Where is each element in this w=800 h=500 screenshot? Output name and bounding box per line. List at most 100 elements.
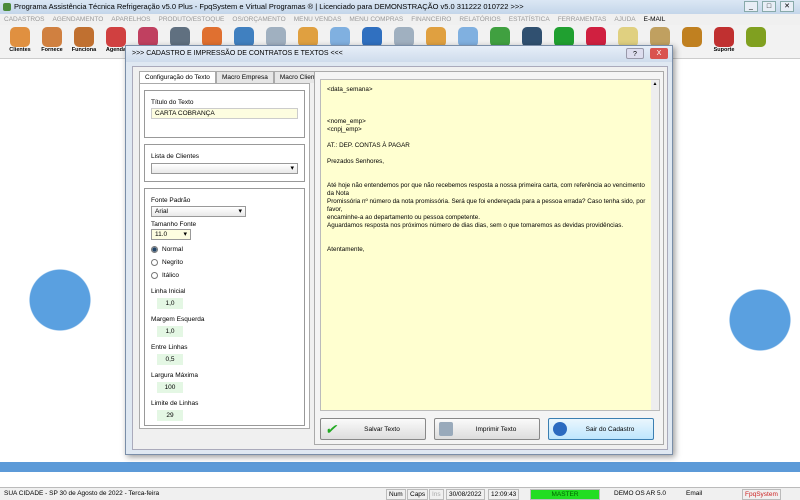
tab-macro-empresa[interactable]: Macro Empresa xyxy=(215,71,274,83)
save-button[interactable]: ✔ Salvar Texto xyxy=(320,418,426,440)
toolbar-icon xyxy=(394,27,414,47)
status-user: MASTER xyxy=(530,489,600,500)
limite-label: Limite de Linhas xyxy=(151,400,199,407)
radio-negrito[interactable]: Negrito xyxy=(151,259,298,266)
dialog-close-button[interactable]: X xyxy=(650,48,668,59)
toolbar-icon xyxy=(586,27,606,47)
toolbar-icon xyxy=(618,27,638,47)
toolbar-icon xyxy=(362,27,382,47)
status-time: 12:09:43 xyxy=(488,489,520,500)
editor-line xyxy=(327,134,653,142)
toolbar-icon xyxy=(458,27,478,47)
editor-line: Promissória nº número da nota promissóri… xyxy=(327,198,646,213)
minimize-button[interactable]: _ xyxy=(744,1,758,12)
toolbar-icon xyxy=(650,27,670,47)
save-label: Salvar Texto xyxy=(364,425,400,433)
menu-item[interactable]: OS/ORÇAMENTO xyxy=(232,14,285,25)
editor-line: AT.: DEP. CONTAS À PAGAR xyxy=(327,142,410,149)
editor-line: Atentamente, xyxy=(327,246,365,253)
toolbar-button[interactable]: Clientes xyxy=(6,25,34,57)
menu-bar: CADASTROS AGENDAMENTO APARELHOS PRODUTO/EST… xyxy=(0,14,800,25)
toolbar-button[interactable] xyxy=(678,25,706,57)
editor-scrollbar[interactable]: ▲ xyxy=(651,80,659,410)
toolbar-icon xyxy=(234,27,254,47)
tamanho-select[interactable]: 11.0 xyxy=(151,229,191,240)
titulo-label: Título do Texto xyxy=(151,99,194,106)
status-brand: FpqSystem xyxy=(742,489,781,500)
menu-item[interactable]: AGENDAMENTO xyxy=(52,14,103,25)
print-button[interactable]: Imprimir Texto xyxy=(434,418,540,440)
radio-label: Normal xyxy=(162,246,183,253)
menu-item[interactable]: PRODUTO/ESTOQUE xyxy=(159,14,225,25)
menu-item[interactable]: APARELHOS xyxy=(111,14,150,25)
status-email[interactable]: Email xyxy=(684,489,704,500)
config-panel: Título do Texto CARTA COBRANÇA Lista de … xyxy=(139,83,310,429)
radio-icon xyxy=(151,259,158,266)
contracts-dialog: >>> CADASTRO E IMPRESSÃO DE CONTRATOS E … xyxy=(125,45,673,455)
fonte-label: Fonte Padrão xyxy=(151,197,191,204)
close-button[interactable]: ✕ xyxy=(780,1,794,12)
menu-item[interactable]: AJUDA xyxy=(614,14,635,25)
menu-item[interactable]: MENU COMPRAS xyxy=(349,14,403,25)
editor-line xyxy=(327,238,653,246)
toolbar-icon xyxy=(10,27,30,47)
entre-linhas-input[interactable]: 0,5 xyxy=(157,354,183,365)
fonte-select[interactable]: Arial xyxy=(151,206,246,217)
radio-italico[interactable]: Itálico xyxy=(151,272,298,279)
radio-normal[interactable]: Normal xyxy=(151,246,298,253)
toolbar-button[interactable]: Funciona xyxy=(70,25,98,57)
toolbar-icon xyxy=(522,27,542,47)
status-bar: SUA CIDADE - SP 30 de Agosto de 2022 - T… xyxy=(0,487,800,500)
toolbar-button[interactable]: Fornece xyxy=(38,25,66,57)
editor-line: Aguardamos resposta nos próximos número … xyxy=(327,222,624,229)
largura-label: Largura Máxima xyxy=(151,372,198,379)
menu-item[interactable]: MENU VENDAS xyxy=(294,14,342,25)
linha-inicial-input[interactable]: 1,0 xyxy=(157,298,183,309)
help-button[interactable]: ? xyxy=(626,48,644,59)
menu-item[interactable]: FINANCEIRO xyxy=(411,14,451,25)
menu-item[interactable]: RELATÓRIOS xyxy=(459,14,500,25)
editor-line: <data_semana> xyxy=(327,86,373,93)
menu-item[interactable]: CADASTROS xyxy=(4,14,44,25)
dialog-title: >>> CADASTRO E IMPRESSÃO DE CONTRATOS E … xyxy=(126,46,672,62)
window-titlebar: Programa Assistência Técnica Refrigeraçã… xyxy=(0,0,800,14)
menu-item[interactable]: E-MAIL xyxy=(644,14,666,25)
window-title: Programa Assistência Técnica Refrigeraçã… xyxy=(14,2,524,11)
toolbar-button[interactable]: Suporte xyxy=(710,25,738,57)
text-editor[interactable]: ▲ <data_semana> <nome_emp> <cnpj_emp> AT.: … xyxy=(320,79,660,411)
printer-icon xyxy=(439,422,453,436)
print-label: Imprimir Texto xyxy=(475,425,517,433)
text-panel: ▲ <data_semana> <nome_emp> <cnpj_emp> AT.: … xyxy=(314,71,664,445)
maximize-button[interactable]: □ xyxy=(762,1,776,12)
titulo-input[interactable]: CARTA COBRANÇA xyxy=(151,108,298,119)
editor-line xyxy=(327,102,653,110)
menu-item[interactable]: FERRAMENTAS xyxy=(558,14,607,25)
tamanho-label: Tamanho Fonte xyxy=(151,221,197,228)
largura-input[interactable]: 100 xyxy=(157,382,183,393)
status-date: 30/08/2022 xyxy=(446,489,485,500)
status-ins: Ins xyxy=(429,489,444,500)
exit-icon xyxy=(553,422,567,436)
editor-line xyxy=(327,94,653,102)
status-num: Num xyxy=(386,489,406,500)
toolbar-icon xyxy=(426,27,446,47)
menu-item[interactable]: ESTATÍSTICA xyxy=(509,14,550,25)
toolbar-icon xyxy=(714,27,734,47)
toolbar-icon xyxy=(554,27,574,47)
toolbar-icon xyxy=(682,27,702,47)
toolbar-icon xyxy=(330,27,350,47)
toolbar-icon xyxy=(266,27,286,47)
toolbar-label: Funciona xyxy=(71,47,97,53)
limite-input[interactable]: 29 xyxy=(157,410,183,421)
margem-input[interactable]: 1,0 xyxy=(157,326,183,337)
toolbar-icon xyxy=(490,27,510,47)
editor-line: encaminhe-a ao departamento ou pessoa co… xyxy=(327,214,480,221)
toolbar-button[interactable] xyxy=(742,25,770,57)
background-stripe xyxy=(0,462,800,472)
toolbar-label: Clientes xyxy=(9,47,31,53)
toolbar-label: Agenda xyxy=(105,47,127,53)
toolbar-icon xyxy=(746,27,766,47)
clientes-select[interactable] xyxy=(151,163,298,174)
exit-button[interactable]: Sair do Cadastro xyxy=(548,418,654,440)
status-demo: DEMO OS AR 5.0 xyxy=(614,490,667,497)
